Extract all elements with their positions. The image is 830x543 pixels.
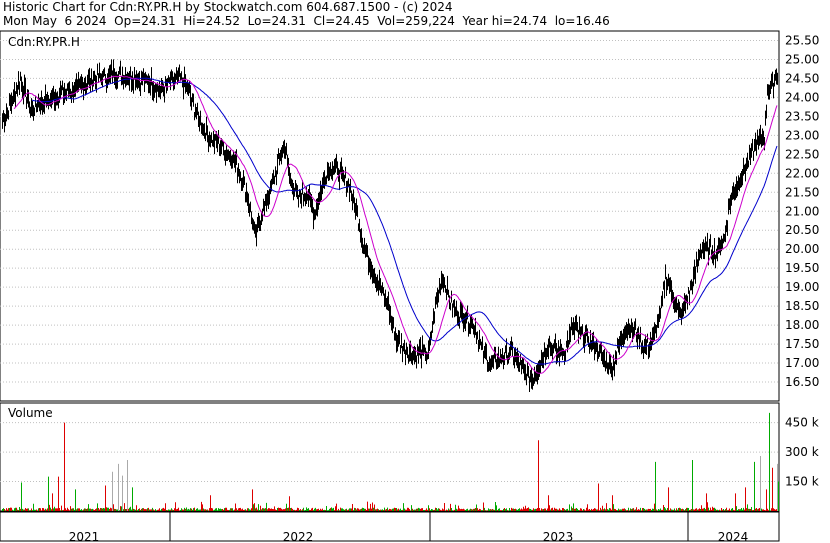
volume-y-tick-label: 150 k [785,475,819,489]
stock-chart: 16.50 17.00 17.50 18.00 18.50 19.00 19.50 20.00… [0,30,819,543]
x-axis-year-label: 2023 [543,530,574,543]
volume-panel [0,402,780,512]
price-y-tick-label: 19.00 [785,280,819,294]
price-y-tick-label: 23.50 [785,109,819,123]
price-y-tick-label: 22.50 [785,147,819,161]
price-y-tick-label: 25.00 [785,52,819,66]
price-y-tick-label: 22.00 [785,166,819,180]
x-axis-strip [0,511,780,542]
price-y-tick-label: 17.00 [785,356,819,370]
price-y-tick-label: 18.00 [785,318,819,332]
price-y-tick-label: 20.00 [785,242,819,256]
price-y-tick-label: 21.00 [785,204,819,218]
price-y-tick-label: 21.50 [785,185,819,199]
price-y-tick-label: 24.00 [785,90,819,104]
volume-panel-title: Volume [8,406,53,420]
price-y-tick-label: 19.50 [785,261,819,275]
price-y-axis: 16.50 17.00 17.50 18.00 18.50 19.00 19.50 20.00… [785,33,819,389]
price-y-tick-label: 24.50 [785,71,819,85]
price-y-tick-label: 25.50 [785,33,819,47]
x-axis-year-label: 2021 [69,530,100,543]
x-axis-year-label: 2022 [283,530,314,543]
price-y-tick-label: 16.50 [785,375,819,389]
volume-y-tick-label: 300 k [785,445,819,459]
price-y-tick-label: 17.50 [785,337,819,351]
price-y-tick-label: 23.00 [785,128,819,142]
price-y-tick-label: 20.50 [785,223,819,237]
price-y-tick-label: 18.50 [785,299,819,313]
volume-y-tick-label: 450 k [785,416,819,430]
volume-y-axis: 150 k 300 k 450 k [785,416,819,489]
x-axis-year-label: 2024 [718,530,749,543]
price-panel-title: Cdn:RY.PR.H [8,35,80,49]
